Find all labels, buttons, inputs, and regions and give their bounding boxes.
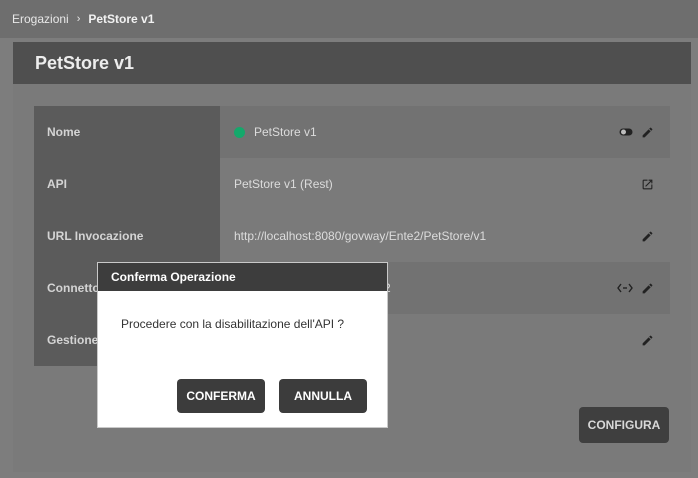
cancel-button[interactable]: ANNULLA <box>279 379 367 413</box>
dialog-title: Conferma Operazione <box>98 263 387 291</box>
edit-icon[interactable] <box>641 282 654 295</box>
breadcrumb-separator: › <box>76 13 81 25</box>
row-value: http://localhost:8080/govway/Ente2/PetSt… <box>220 210 670 262</box>
page-title: PetStore v1 <box>13 42 691 84</box>
row-api: API PetStore v1 (Rest) <box>34 158 670 210</box>
breadcrumb-current: PetStore v1 <box>88 12 155 26</box>
edit-icon[interactable] <box>641 126 654 139</box>
status-dot-icon <box>234 126 245 138</box>
edit-icon[interactable] <box>641 230 654 243</box>
row-value: PetStore v1 (Rest) <box>220 158 670 210</box>
api-value: PetStore v1 (Rest) <box>234 177 333 191</box>
url-value: http://localhost:8080/govway/Ente2/PetSt… <box>234 229 487 243</box>
code-icon[interactable] <box>617 283 633 293</box>
name-value: PetStore v1 <box>254 125 317 139</box>
open-in-new-icon[interactable] <box>641 178 654 191</box>
row-nome: Nome PetStore v1 <box>34 106 670 158</box>
toggle-icon[interactable] <box>619 127 633 137</box>
row-url-invocazione: URL Invocazione http://localhost:8080/go… <box>34 210 670 262</box>
row-value: PetStore v1 <box>220 106 670 158</box>
confirm-button[interactable]: CONFERMA <box>177 379 265 413</box>
row-label: URL Invocazione <box>34 210 220 262</box>
row-label: API <box>34 158 220 210</box>
edit-icon[interactable] <box>641 334 654 347</box>
configure-button[interactable]: CONFIGURA <box>579 407 669 443</box>
breadcrumb-link-erogazioni[interactable]: Erogazioni <box>12 12 69 26</box>
dialog-message: Procedere con la disabilitazione dell'AP… <box>121 317 345 331</box>
breadcrumb: Erogazioni › PetStore v1 <box>0 0 698 38</box>
confirm-dialog: Conferma Operazione Procedere con la dis… <box>97 262 388 428</box>
row-label: Nome <box>34 106 220 158</box>
